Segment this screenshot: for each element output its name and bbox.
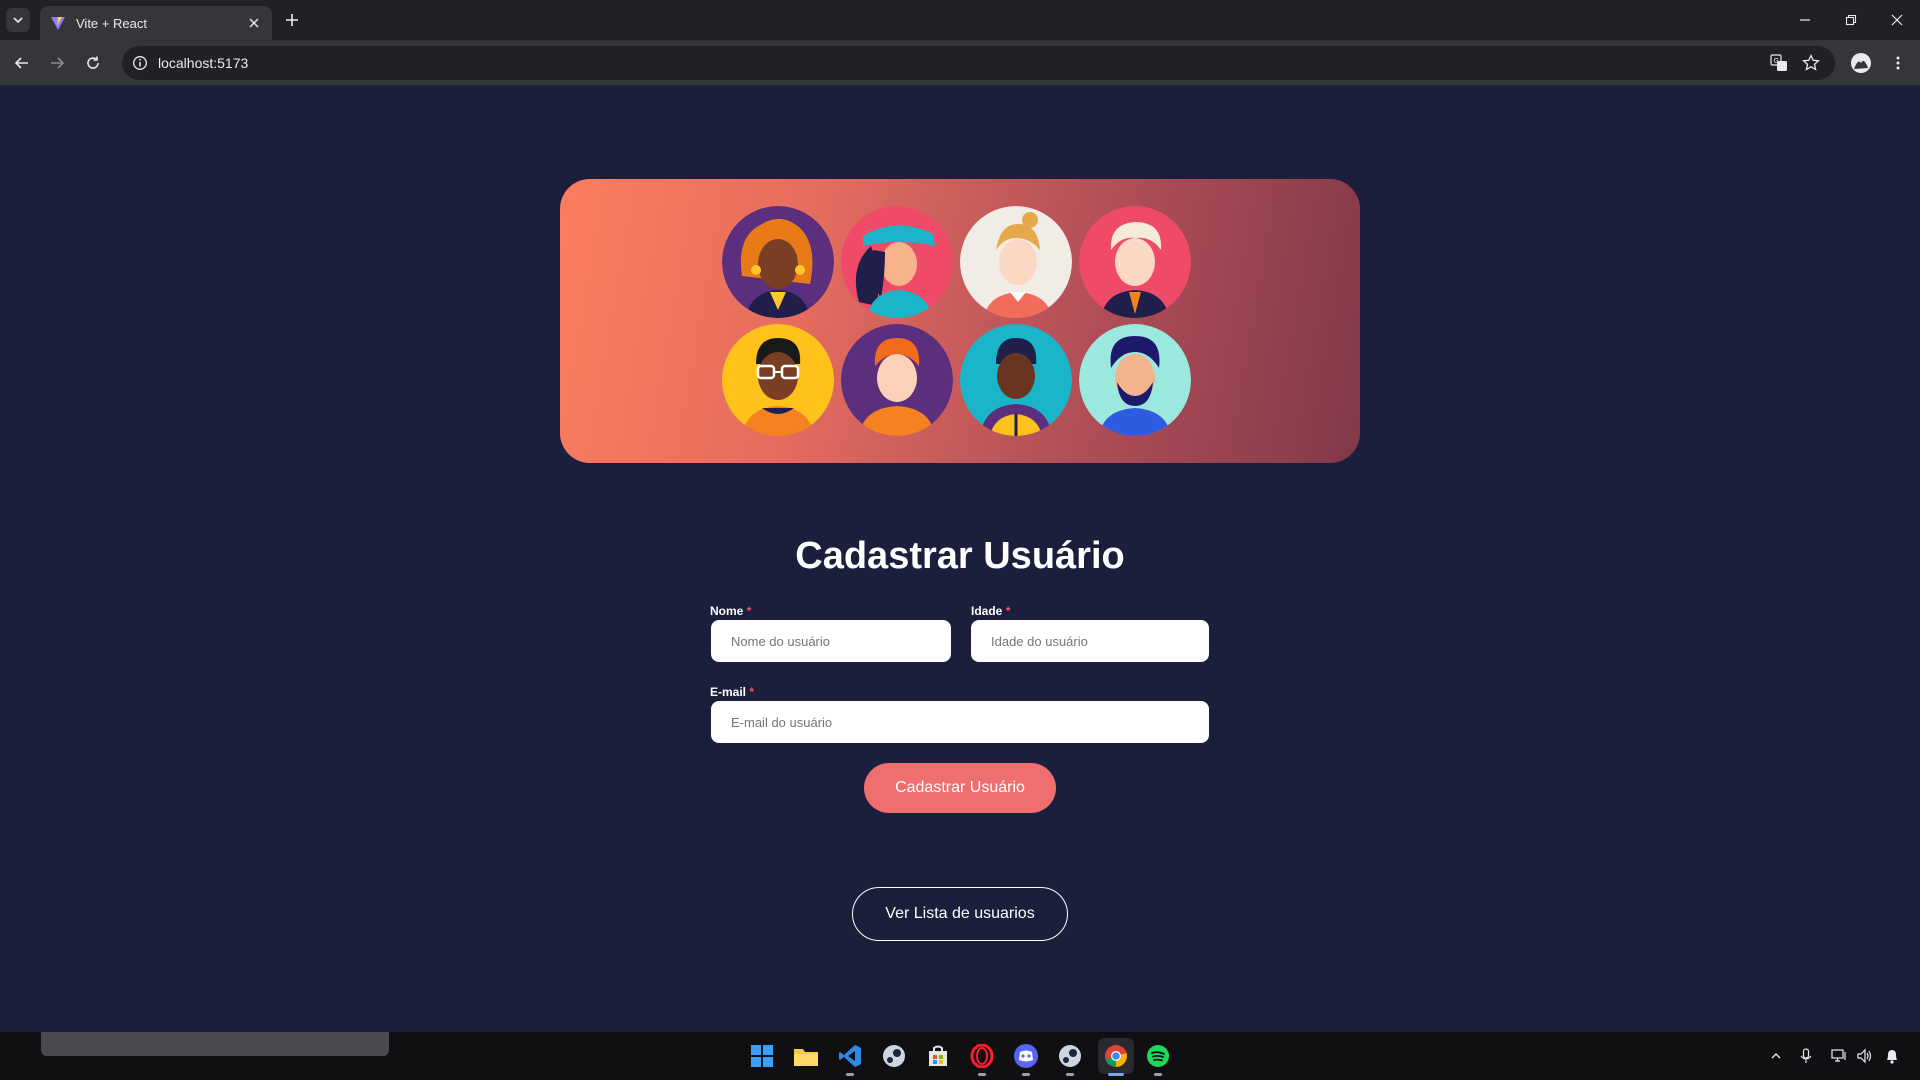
running-indicator: [1022, 1073, 1030, 1076]
tab-title: Vite + React: [76, 15, 147, 31]
active-indicator: [1108, 1073, 1124, 1076]
running-indicator: [1066, 1073, 1074, 1076]
vscode-icon[interactable]: [834, 1040, 866, 1076]
email-input[interactable]: [711, 701, 1209, 743]
avatar-man-white-hair: [1079, 206, 1191, 318]
steam-icon[interactable]: [1054, 1040, 1086, 1076]
os-taskbar: [0, 1032, 1920, 1080]
browser-tab[interactable]: Vite + React: [40, 6, 272, 40]
avatar-woman-blue-cap: [841, 206, 953, 318]
running-indicator: [846, 1073, 854, 1076]
reload-icon[interactable]: [81, 51, 105, 75]
view-user-list-button[interactable]: Ver Lista de usuarios: [852, 887, 1068, 941]
network-icon[interactable]: [1829, 1046, 1849, 1066]
minimize-icon[interactable]: [1782, 8, 1828, 32]
site-info-icon[interactable]: [132, 55, 148, 71]
avatar-man-yellow-jacket: [960, 324, 1072, 436]
volume-icon[interactable]: [1854, 1046, 1874, 1066]
submit-button[interactable]: Cadastrar Usuário: [864, 763, 1056, 813]
forward-arrow-icon[interactable]: [45, 51, 69, 75]
back-arrow-icon[interactable]: [10, 51, 34, 75]
discord-icon[interactable]: [1010, 1040, 1042, 1076]
browser-menu-icon[interactable]: [1886, 51, 1910, 75]
opera-icon[interactable]: [966, 1040, 998, 1076]
email-label: E-mail *: [710, 685, 755, 699]
url-text: localhost:5173: [158, 55, 249, 71]
bookmark-star-icon[interactable]: [1802, 54, 1820, 72]
address-bar[interactable]: localhost:5173 G: [122, 46, 1835, 80]
browser-tab-bar: Vite + React: [0, 0, 1920, 40]
avatar-grid: [722, 206, 1202, 436]
name-input[interactable]: [711, 620, 951, 662]
microsoft-store-icon[interactable]: [922, 1040, 954, 1072]
browser-toolbar: localhost:5173 G: [0, 40, 1920, 86]
required-mark: *: [749, 685, 755, 699]
required-mark: *: [1005, 604, 1011, 618]
vite-logo-icon: [51, 17, 65, 30]
avatar-man-orange-hair: [841, 324, 953, 436]
name-label: Nome *: [710, 604, 752, 618]
tab-close-icon[interactable]: [246, 15, 262, 31]
chrome-icon[interactable]: [1098, 1038, 1134, 1076]
taskbar-preview-thumbnail: [41, 1032, 389, 1056]
svg-text:G: G: [1774, 57, 1779, 65]
close-window-icon[interactable]: [1874, 8, 1920, 32]
form-title: Cadastrar Usuário: [795, 535, 1125, 577]
avatar-woman-curly-orange-hair: [722, 206, 834, 318]
running-indicator: [978, 1073, 986, 1076]
translate-icon[interactable]: G: [1770, 54, 1788, 72]
windows-start-icon[interactable]: [746, 1040, 778, 1072]
restore-icon[interactable]: [1828, 8, 1874, 32]
new-tab-plus-icon[interactable]: [282, 10, 302, 30]
avatar-man-beard: [1079, 324, 1191, 436]
required-mark: *: [746, 604, 752, 618]
hero-banner: [560, 179, 1360, 463]
running-indicator: [1154, 1073, 1162, 1076]
avatar-man-glasses: [722, 324, 834, 436]
steam-icon[interactable]: [878, 1040, 910, 1072]
notification-bell-icon[interactable]: [1882, 1046, 1902, 1066]
avatar-woman-blonde-ponytail: [960, 206, 1072, 318]
age-label: Idade *: [971, 604, 1011, 618]
tab-search-button[interactable]: [6, 8, 30, 32]
age-input[interactable]: [971, 620, 1209, 662]
file-explorer-icon[interactable]: [790, 1040, 822, 1072]
spotify-icon[interactable]: [1142, 1040, 1174, 1076]
microphone-icon[interactable]: [1796, 1046, 1816, 1066]
tray-chevron-up-icon[interactable]: [1766, 1046, 1786, 1066]
profile-avatar-icon[interactable]: [1849, 51, 1873, 75]
chevron-down-icon: [13, 17, 23, 24]
